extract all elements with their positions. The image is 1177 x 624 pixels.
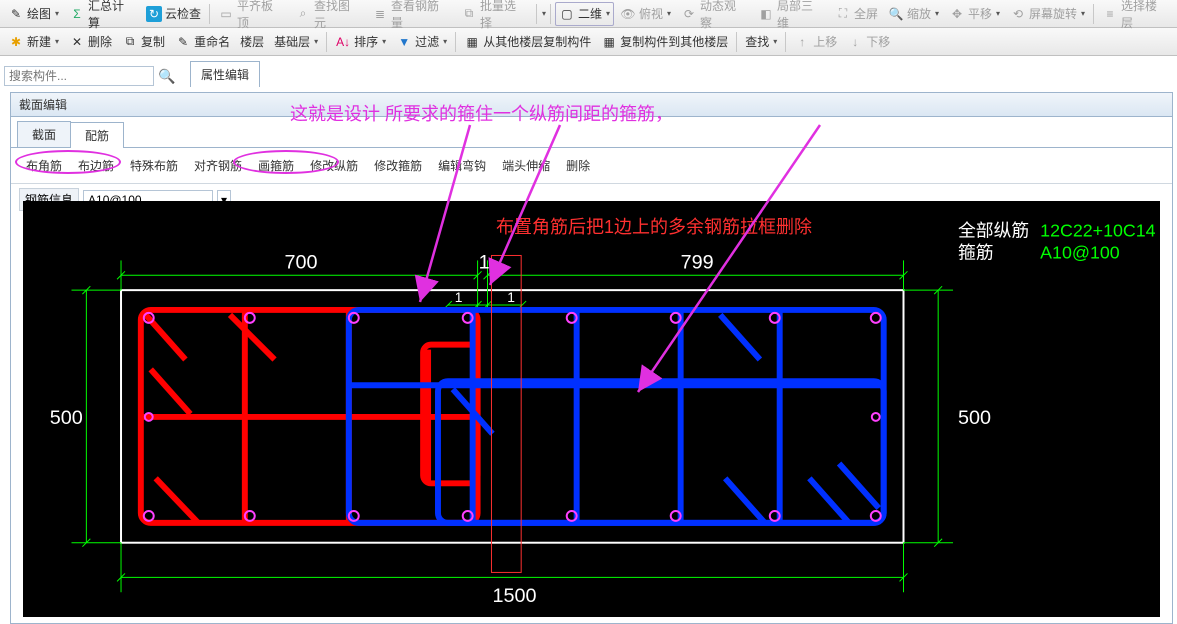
batch-icon: ⧉ (461, 6, 477, 22)
annotation-text-2: 布置角筋后把1边上的多余钢筋拉框删除 (496, 213, 812, 239)
zoom-icon: 🔍 (888, 6, 904, 22)
dim-top-1: 700 (284, 251, 317, 273)
rotate-button[interactable]: ⟲屏幕旋转▾ (1006, 2, 1089, 26)
delete-button[interactable]: ✕删除 (65, 30, 116, 54)
annotation-oval-2 (233, 150, 339, 174)
annotation-text-1: 这就是设计 所要求的箍住一个纵筋间距的箍筋， (290, 100, 673, 126)
box-icon: ▢ (559, 6, 575, 22)
cloud-check-button[interactable]: ↻云检查 (142, 2, 205, 26)
dyn-button[interactable]: ⟳动态观察 (677, 2, 752, 26)
floor-icon: ≡ (1102, 6, 1118, 22)
main-panel: 截面编辑 截面 配筋 布角筋 布边筋 特殊布筋 对齐钢筋 画箍筋 修改纵筋 修改… (10, 92, 1173, 624)
val-long: 12C22+10C14 (1040, 221, 1155, 241)
copy-from-icon: ▦ (464, 34, 480, 50)
rename-button[interactable]: ✎重命名 (171, 30, 234, 54)
draw-button[interactable]: ✎绘图▾ (4, 2, 63, 26)
look-button[interactable]: 👁俯视▾ (616, 2, 675, 26)
rename-icon: ✎ (175, 34, 191, 50)
cube-icon: ◧ (758, 6, 774, 22)
select-floor-button[interactable]: ≡选择楼层 (1098, 2, 1173, 26)
cmd-special[interactable]: 特殊布筋 (123, 154, 185, 177)
local3d-button[interactable]: ◧局部三维 (754, 2, 829, 26)
view-2d-select[interactable]: ▢二维▾ (555, 2, 614, 26)
cloud-icon: ↻ (146, 6, 162, 22)
command-row: 布角筋 布边筋 特殊布筋 对齐钢筋 画箍筋 修改纵筋 修改箍筋 编辑弯钩 端头伸… (11, 148, 1172, 184)
check-rebar-button[interactable]: ≣查看钢筋量 (368, 2, 455, 26)
align-icon: ▭ (218, 6, 234, 22)
fullscreen-icon: ⛶ (835, 6, 851, 22)
tab-attribute-edit[interactable]: 属性编辑 (190, 61, 260, 87)
main-toolbar-2: ✱新建▾ ✕删除 ⧉复制 ✎重命名 楼层 基础层▾ A↓排序▾ ▼过滤▾ ▦从其… (0, 28, 1177, 56)
batch-select-button[interactable]: ⧉批量选择 (457, 2, 532, 26)
full-button[interactable]: ⛶全屏 (831, 2, 882, 26)
find-icon: ⌕ (295, 6, 311, 22)
left-pane: 🔍 (4, 66, 184, 86)
label-long: 全部纵筋 (958, 221, 1029, 241)
pan-button[interactable]: ✥平移▾ (945, 2, 1004, 26)
pan-icon: ✥ (949, 6, 965, 22)
up-icon: ↑ (794, 34, 810, 50)
eye-icon: 👁 (620, 6, 636, 22)
cmd-endext[interactable]: 端头伸缩 (495, 154, 557, 177)
move-up-button[interactable]: ↑上移 (790, 30, 841, 54)
val-stir: A10@100 (1040, 242, 1120, 262)
orbit-icon: ⟳ (681, 6, 697, 22)
zoom-button[interactable]: 🔍缩放▾ (884, 2, 943, 26)
annotation-oval-1 (15, 150, 121, 174)
tab-rebar[interactable]: 配筋 (70, 122, 124, 148)
dim-top-2: 1 (479, 251, 490, 273)
copy-to-button[interactable]: ▦复制构件到其他楼层 (597, 30, 732, 54)
base-floor-select[interactable]: 基础层▾ (270, 30, 322, 54)
search-input[interactable] (4, 66, 154, 86)
align-top-button[interactable]: ▭平齐板顶 (214, 2, 289, 26)
rotate-icon: ⟲ (1010, 6, 1026, 22)
tick-2: 1 (507, 289, 515, 305)
delete-icon: ✕ (69, 34, 85, 50)
find-button[interactable]: 查找▾ (741, 30, 781, 54)
sort-button[interactable]: A↓排序▾ (331, 30, 390, 54)
new-icon: ✱ (8, 34, 24, 50)
label-stir: 箍筋 (958, 242, 994, 262)
main-toolbar-1: ✎绘图▾ Σ汇总计算 ↻云检查 ▭平齐板顶 ⌕查找图元 ≣查看钢筋量 ⧉批量选择… (0, 0, 1177, 28)
dim-right: 500 (958, 407, 991, 429)
dim-bottom: 1500 (492, 585, 536, 607)
copy-button[interactable]: ⧉复制 (118, 30, 169, 54)
dim-top-3: 799 (681, 251, 714, 273)
dropdown-icon[interactable]: ▾ (542, 9, 546, 18)
copy-to-icon: ▦ (601, 34, 617, 50)
move-down-button[interactable]: ↓下移 (843, 30, 894, 54)
cmd-edithook[interactable]: 编辑弯钩 (431, 154, 493, 177)
pencil-icon: ✎ (8, 6, 24, 22)
cmd-del[interactable]: 删除 (559, 154, 597, 177)
tab-section[interactable]: 截面 (17, 121, 71, 147)
new-button[interactable]: ✱新建▾ (4, 30, 63, 54)
sum-button[interactable]: Σ汇总计算 (65, 2, 140, 26)
sort-icon: A↓ (335, 34, 351, 50)
attr-tab-strip: 属性编辑 (190, 60, 260, 86)
drawing-canvas[interactable]: 700 1 799 1500 500 500 1 1 (23, 201, 1160, 617)
dim-left: 500 (50, 407, 83, 429)
floor-label: 楼层 (236, 30, 268, 54)
down-icon: ↓ (847, 34, 863, 50)
filter-button[interactable]: ▼过滤▾ (392, 30, 451, 54)
find-elem-button[interactable]: ⌕查找图元 (291, 2, 366, 26)
sigma-icon: Σ (69, 6, 85, 22)
copy-icon: ⧉ (122, 34, 138, 50)
search-icon[interactable]: 🔍 (158, 68, 175, 85)
canvas-svg: 700 1 799 1500 500 500 1 1 (23, 201, 1160, 617)
tick-1: 1 (455, 289, 463, 305)
filter-icon: ▼ (396, 34, 412, 50)
cmd-modstir[interactable]: 修改箍筋 (367, 154, 429, 177)
rebar-icon: ≣ (372, 6, 388, 22)
copy-from-button[interactable]: ▦从其他楼层复制构件 (460, 30, 595, 54)
